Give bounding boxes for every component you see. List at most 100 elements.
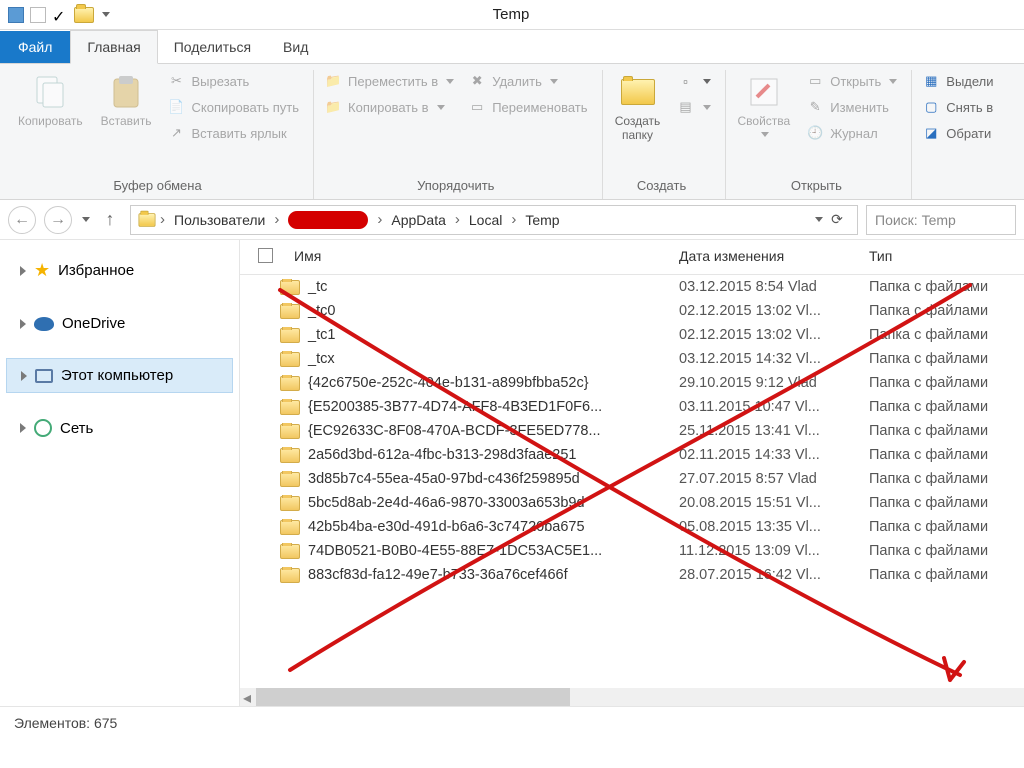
home-tab[interactable]: Главная [70, 30, 157, 64]
column-headers: Имя Дата изменения Тип [240, 240, 1024, 275]
up-button[interactable]: ↑ [98, 208, 122, 232]
invert-icon: ◪ [922, 124, 940, 142]
file-name: 5bc5d8ab-2e4d-46a6-9870-33003a653b9d [308, 495, 585, 511]
crumb-temp[interactable]: Temp [519, 212, 565, 228]
search-input[interactable]: Поиск: Temp [866, 205, 1016, 235]
history-button[interactable]: 🕘 Журнал [802, 122, 901, 144]
new-item-icon: ▫ [677, 72, 695, 90]
delete-button[interactable]: ✖ Удалить [464, 70, 591, 92]
file-name: _tc0 [308, 303, 335, 319]
file-name: 42b5b4ba-e30d-491d-b6a6-3c74720ba675 [308, 519, 585, 535]
table-row[interactable]: 5bc5d8ab-2e4d-46a6-9870-33003a653b9d 20.0… [240, 491, 1024, 515]
select-none-button[interactable]: ▢ Снять в [918, 96, 997, 118]
select-all-button[interactable]: ▦ Выдели [918, 70, 997, 92]
copy-to-button[interactable]: 📁 Копировать в [320, 96, 458, 118]
folder-icon [74, 7, 94, 23]
file-type: Папка с файлами [869, 375, 1024, 391]
select-all-checkbox[interactable] [240, 248, 290, 266]
table-row[interactable]: {E5200385-3B77-4D74-AFF8-4B3ED1F0F6...03… [240, 395, 1024, 419]
file-date: 11.12.2015 13:09 Vl... [679, 543, 869, 559]
folder-icon [280, 496, 300, 511]
crumb-redacted[interactable] [282, 211, 374, 229]
table-row[interactable]: 883cf83d-fa12-49e7-b733-36a76cef466f28.0… [240, 563, 1024, 587]
breadcrumb-dropdown-icon[interactable] [815, 217, 823, 222]
sidebar-item-onedrive[interactable]: OneDrive [6, 307, 233, 340]
sidebar-item-this-pc[interactable]: Этот компьютер [6, 358, 233, 393]
sidebar-item-network[interactable]: Сеть [6, 411, 233, 445]
table-row[interactable]: _tcx03.12.2015 14:32 Vl...Папка с файлам… [240, 347, 1024, 371]
ribbon: Копировать Вставить ✂ Вырезать 📄 Скопиро… [0, 64, 1024, 200]
invert-selection-button[interactable]: ◪ Обрати [918, 122, 997, 144]
ribbon-group-organize: 📁 Переместить в 📁 Копировать в ✖ Удалить [314, 70, 602, 199]
back-button[interactable]: ← [8, 206, 36, 234]
horizontal-scrollbar[interactable]: ◂ [240, 688, 1024, 706]
rename-button[interactable]: ▭ Переименовать [464, 96, 591, 118]
crumb-users[interactable]: Пользователи [168, 212, 271, 228]
history-dropdown-icon[interactable] [82, 217, 90, 222]
file-name: 74DB0521-B0B0-4E55-88E7-1DC53AC5E1... [308, 543, 602, 559]
breadcrumb[interactable]: Пользователи AppData Local Temp ⟳ [130, 205, 858, 235]
cut-button[interactable]: ✂ Вырезать [164, 70, 304, 92]
edit-button[interactable]: ✎ Изменить [802, 96, 901, 118]
crumb-local[interactable]: Local [463, 212, 508, 228]
table-row[interactable]: 3d85b7c4-55ea-45a0-97bd-c436f259895d27.0… [240, 467, 1024, 491]
file-date: 20.08.2015 15:51 Vl... [679, 495, 869, 511]
refresh-button[interactable]: ⟳ [823, 211, 851, 228]
qat-dropdown-icon[interactable] [102, 12, 110, 17]
table-row[interactable]: _tc102.12.2015 13:02 Vl...Папка с файлам… [240, 323, 1024, 347]
table-row[interactable]: _tc002.12.2015 13:02 Vl...Папка с файлам… [240, 299, 1024, 323]
file-date: 02.11.2015 14:33 Vl... [679, 447, 869, 463]
file-date: 03.11.2015 10:47 Vl... [679, 399, 869, 415]
window-title: Temp [118, 6, 904, 23]
file-date: 25.11.2015 13:41 Vl... [679, 423, 869, 439]
chevron-down-icon [703, 105, 711, 110]
copy-path-button[interactable]: 📄 Скопировать путь [164, 96, 304, 118]
table-row[interactable]: 2a56d3bd-612a-4fbc-b313-298d3faae25102.1… [240, 443, 1024, 467]
table-row[interactable]: _tc03.12.2015 8:54 VladПапка с файлами [240, 275, 1024, 299]
qat-icon[interactable] [30, 7, 46, 23]
column-name[interactable]: Имя [290, 248, 679, 266]
sidebar-item-favorites[interactable]: ★ Избранное [6, 252, 233, 289]
file-type: Папка с файлами [869, 543, 1024, 559]
file-name: {42c6750e-252c-404e-b131-a899bfbba52c} [308, 375, 589, 391]
file-rows: _tc03.12.2015 8:54 VladПапка с файлами _t… [240, 275, 1024, 587]
expand-icon[interactable] [21, 371, 27, 381]
table-row[interactable]: 42b5b4ba-e30d-491d-b6a6-3c74720ba67505.0… [240, 515, 1024, 539]
new-item-button[interactable]: ▫ [673, 70, 715, 92]
file-tab[interactable]: Файл [0, 31, 70, 63]
file-date: 02.12.2015 13:02 Vl... [679, 303, 869, 319]
delete-icon: ✖ [468, 72, 486, 90]
paste-shortcut-button[interactable]: ↗ Вставить ярлык [164, 122, 304, 144]
file-name: _tcx [308, 351, 335, 367]
onedrive-icon [34, 317, 54, 331]
qat-properties-icon[interactable]: ✓ [52, 7, 68, 23]
table-row[interactable]: {42c6750e-252c-404e-b131-a899bfbba52c}29… [240, 371, 1024, 395]
folder-icon [280, 424, 300, 439]
paste-button[interactable]: Вставить [95, 70, 158, 132]
file-type: Папка с файлами [869, 471, 1024, 487]
expand-icon[interactable] [20, 319, 26, 329]
move-to-button[interactable]: 📁 Переместить в [320, 70, 458, 92]
status-bar: Элементов: 675 [0, 706, 1024, 738]
view-tab[interactable]: Вид [267, 31, 324, 63]
expand-icon[interactable] [20, 423, 26, 433]
table-row[interactable]: {EC92633C-8F08-470A-BCDF-3FE5ED778...25.… [240, 419, 1024, 443]
table-row[interactable]: 74DB0521-B0B0-4E55-88E7-1DC53AC5E1... 11.… [240, 539, 1024, 563]
group-label-new: Создать [609, 174, 715, 199]
column-date[interactable]: Дата изменения [679, 248, 869, 266]
folder-icon [280, 568, 300, 583]
properties-icon [746, 74, 782, 110]
properties-button[interactable]: Свойства [732, 70, 797, 141]
copy-button[interactable]: Копировать [12, 70, 89, 132]
forward-button[interactable]: → [44, 206, 72, 234]
file-type: Папка с файлами [869, 351, 1024, 367]
column-type[interactable]: Тип [869, 248, 1024, 266]
crumb-appdata[interactable]: AppData [385, 212, 451, 228]
share-tab[interactable]: Поделиться [158, 31, 267, 63]
file-type: Папка с файлами [869, 447, 1024, 463]
easy-access-button[interactable]: ▤ [673, 96, 715, 118]
expand-icon[interactable] [20, 266, 26, 276]
open-button[interactable]: ▭ Открыть [802, 70, 901, 92]
new-folder-button[interactable]: Создать папку [609, 70, 667, 147]
file-date: 28.07.2015 16:42 Vl... [679, 567, 869, 583]
